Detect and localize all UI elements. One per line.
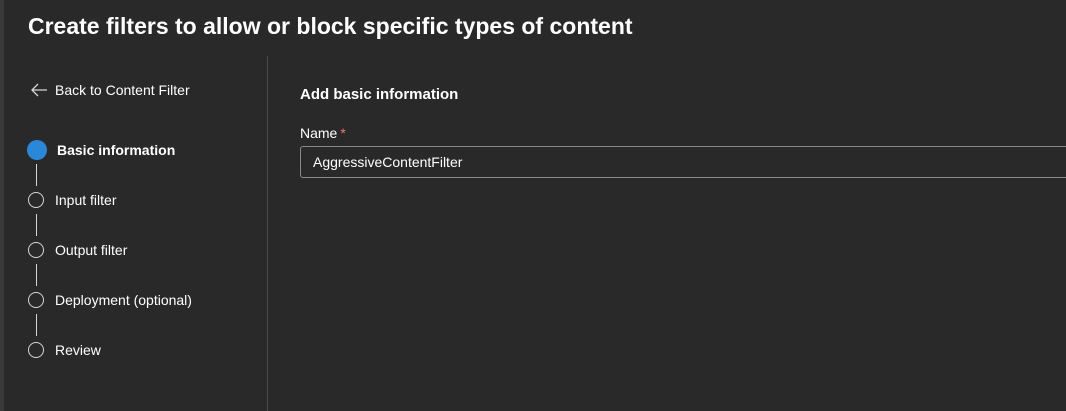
step-label: Basic information [57,142,176,158]
step-label: Output filter [55,242,128,258]
wizard-nav: Back to Content Filter Basic information… [0,56,267,411]
section-title: Add basic information [300,86,459,103]
step-dot [28,192,44,208]
step-active-dot [27,140,47,160]
back-to-content-filter-link[interactable]: Back to Content Filter [30,82,190,98]
step-connector [36,264,37,286]
step-connector [36,164,37,186]
step-dot [28,292,44,308]
step-connector [36,314,37,336]
step-input-filter[interactable]: Input filter [28,190,116,210]
name-input[interactable] [300,146,1066,178]
step-review[interactable]: Review [28,340,101,360]
step-label: Deployment (optional) [55,292,192,308]
step-connector [36,214,37,236]
step-output-filter[interactable]: Output filter [28,240,127,260]
step-label: Input filter [55,192,117,208]
required-indicator: * [340,125,346,141]
step-deployment[interactable]: Deployment (optional) [28,290,192,310]
form-content: Add basic information Name * [268,56,1066,411]
page-title: Create filters to allow or block specifi… [28,13,633,39]
back-link-label: Back to Content Filter [55,82,190,98]
name-field-label: Name * [300,125,346,141]
name-label-text: Name [300,125,338,141]
step-basic-information[interactable]: Basic information [27,140,176,160]
step-dot [28,242,44,258]
step-label: Review [55,342,101,358]
step-dot [28,342,44,358]
arrow-left-icon [30,82,48,98]
create-filter-panel: Create filters to allow or block specifi… [0,0,1066,411]
